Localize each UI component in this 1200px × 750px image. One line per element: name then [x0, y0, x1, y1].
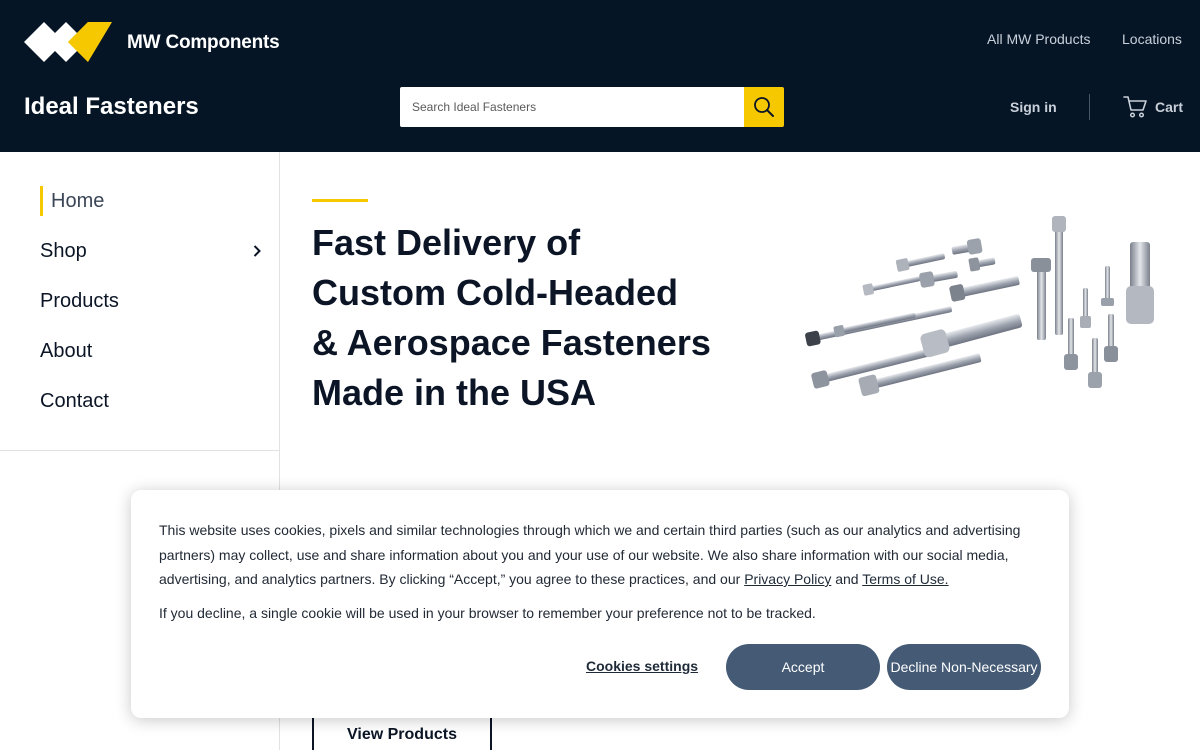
mw-logo-icon: [24, 22, 112, 62]
chevron-right-icon: [252, 244, 262, 258]
cookie-banner: This website uses cookies, pixels and si…: [131, 490, 1069, 718]
cart-icon: [1123, 96, 1147, 118]
search-input[interactable]: [400, 87, 744, 127]
sign-in-link[interactable]: Sign in: [1010, 99, 1057, 115]
cookies-settings-link[interactable]: Cookies settings: [586, 658, 698, 674]
sidebar-item-label: Shop: [40, 239, 87, 262]
fasteners-image: [805, 216, 1154, 397]
sidebar-item-label: Products: [40, 289, 119, 312]
cookie-decline-note: If you decline, a single cookie will be …: [159, 605, 816, 621]
all-mw-products-link[interactable]: All MW Products: [987, 31, 1090, 47]
sidebar-item-label: Home: [51, 189, 105, 212]
cart-link[interactable]: Cart: [1123, 94, 1183, 119]
locations-link[interactable]: Locations: [1122, 31, 1182, 47]
sidebar-item-label: About: [40, 339, 93, 362]
sidebar-item-about[interactable]: About: [40, 336, 262, 366]
accept-button[interactable]: Accept: [726, 644, 880, 690]
sidebar-item-products[interactable]: Products: [40, 286, 262, 316]
cookie-and-text: and: [831, 571, 863, 587]
mw-logo[interactable]: MW Components: [24, 22, 280, 62]
sidebar-nav: Home Shop Products About Contact: [0, 152, 279, 451]
search-button[interactable]: [744, 87, 784, 127]
sidebar-item-shop[interactable]: Shop: [40, 236, 262, 266]
logo-text: MW Components: [127, 32, 280, 53]
sidebar-item-contact[interactable]: Contact: [40, 386, 262, 416]
hero-accent-bar: [312, 199, 368, 202]
site-name[interactable]: Ideal Fasteners: [24, 93, 199, 121]
search-icon: [754, 97, 774, 117]
header-divider: [1089, 94, 1090, 120]
search-bar: [400, 87, 784, 127]
hero-title: Fast Delivery of Custom Cold-Headed & Ae…: [312, 222, 711, 413]
sidebar-item-label: Contact: [40, 389, 109, 412]
terms-of-use-link[interactable]: Terms of Use.: [862, 571, 948, 587]
cookie-message: This website uses cookies, pixels and si…: [159, 518, 1039, 592]
sidebar-item-home[interactable]: Home: [40, 186, 262, 216]
decline-non-necessary-button[interactable]: Decline Non-Necessary: [887, 644, 1041, 690]
site-header: MW Components All MW Products Locations …: [0, 0, 1200, 152]
cart-label: Cart: [1155, 98, 1184, 115]
privacy-policy-link[interactable]: Privacy Policy: [744, 571, 831, 587]
